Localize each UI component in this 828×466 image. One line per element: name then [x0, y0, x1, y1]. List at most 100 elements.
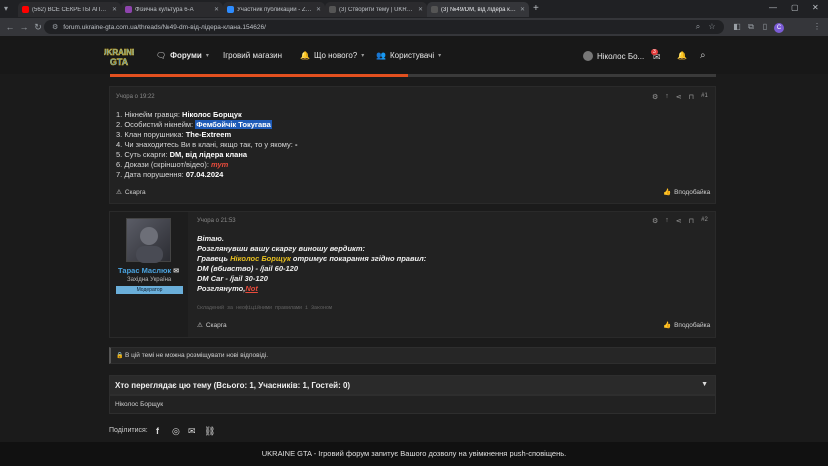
author-role-badge: Модератор: [116, 286, 183, 294]
username-label: Ніколос Бо...: [597, 51, 645, 61]
browser-tab[interactable]: Фізична культура 6-А ✕: [121, 2, 223, 17]
post-line: 4. Чи знаходитесь Ви в клані, якщо так, …: [116, 140, 298, 149]
browser-tab[interactable]: (3) Створити тему | UKRAINE G... ✕: [325, 2, 427, 17]
site-info-icon[interactable]: ⚙: [52, 23, 58, 31]
maximize-window-icon[interactable]: ▢: [791, 3, 799, 12]
like-button[interactable]: 👍 Вподобайка: [663, 188, 710, 197]
warning-icon: ⚠: [116, 189, 122, 196]
close-tab-icon[interactable]: ✕: [112, 6, 117, 13]
chevron-down-icon: ▾: [361, 53, 365, 59]
tab-label: (562) ВСЕ СЕКРЕТЫ АПРЕЛЯ: [32, 6, 109, 13]
forward-icon[interactable]: →: [18, 21, 30, 33]
browser-tab[interactable]: Участник публикации - Zoom ✕: [223, 2, 325, 17]
viewers-header[interactable]: Хто переглядає цю тему (Всього: 1, Учасн…: [109, 375, 716, 395]
tab-label: (3) №49/DM, від лідера клан...: [441, 6, 517, 13]
arrow-up-icon[interactable]: ↑: [665, 217, 669, 225]
share-icon[interactable]: ⋖: [676, 217, 682, 225]
nav-store-label: Ігровий магазин: [223, 51, 283, 60]
post-rule: DM (вбивство) - /jail 60-120: [197, 264, 299, 273]
close-tab-icon[interactable]: ✕: [418, 6, 423, 13]
extension-icon[interactable]: ◧: [731, 21, 743, 33]
post-number[interactable]: #2: [701, 217, 708, 225]
tab-strip-menu-icon[interactable]: ▾: [4, 4, 14, 14]
header-divider: [408, 74, 716, 77]
share-label: Поділитися:: [109, 427, 148, 434]
zoom-icon: [227, 6, 234, 13]
share-icon[interactable]: ⋖: [676, 93, 682, 101]
warning-icon: ⚠: [197, 322, 203, 329]
viewer-name[interactable]: Ніколос Борщук: [115, 401, 163, 408]
post-player-line: Гравець Ніколос Борщук отримує покарання…: [197, 254, 427, 263]
minimize-window-icon[interactable]: —: [769, 3, 777, 12]
email-share-icon[interactable]: ✉: [188, 426, 196, 437]
post-greeting: Вітаю.: [197, 234, 224, 243]
push-permission-notice[interactable]: UKRAINE GTA - Ігровий форум запитує Вашо…: [0, 442, 828, 466]
zoom-lens-icon[interactable]: ⌕: [692, 21, 704, 33]
forum-favicon-icon: [329, 6, 336, 13]
tab-label: (3) Створити тему | UKRAINE G...: [339, 6, 415, 13]
svg-text:GTA: GTA: [110, 57, 129, 67]
site-logo[interactable]: UKRAINE GTA: [104, 46, 134, 68]
close-window-icon[interactable]: ✕: [812, 3, 819, 12]
alerts-bell-icon[interactable]: 🔔: [677, 51, 687, 60]
address-bar[interactable]: ⚙ forum.ukraine-gta.com.ua/threads/№49-d…: [44, 20, 724, 34]
report-button[interactable]: ⚠ Скарга: [197, 321, 227, 330]
message-icon[interactable]: ✉: [173, 268, 179, 275]
close-tab-icon[interactable]: ✕: [214, 6, 219, 13]
chevron-down-icon: ▾: [205, 53, 209, 59]
settings-icon[interactable]: ⚙: [652, 93, 658, 101]
like-button[interactable]: 👍 Вподобайка: [663, 321, 710, 330]
facebook-icon[interactable]: f: [156, 426, 159, 436]
bookmark-icon[interactable]: ⊓: [689, 93, 694, 101]
extensions-puzzle-icon[interactable]: ⧉: [745, 21, 757, 33]
locked-notice-text: В цій темі не можна розміщувати нові від…: [125, 352, 269, 359]
new-tab-button[interactable]: +: [533, 3, 539, 14]
browser-toolbar: ← → ↻ ⚙ forum.ukraine-gta.com.ua/threads…: [0, 18, 828, 36]
author-avatar[interactable]: [126, 218, 171, 263]
nav-forums[interactable]: 🗨 Форуми ▾: [156, 51, 209, 60]
close-tab-icon[interactable]: ✕: [316, 6, 321, 13]
browser-tab-active[interactable]: (3) №49/DM, від лідера клан... ✕: [427, 2, 529, 17]
search-icon[interactable]: ⌕: [700, 50, 706, 61]
tab-label: Фізична культура 6-А: [135, 6, 194, 13]
nav-store[interactable]: Ігровий магазин: [223, 51, 282, 60]
nav-whats-new[interactable]: 🔔 Що нового? ▾: [300, 51, 364, 60]
header-accent-bar: [110, 74, 408, 77]
report-label: Скарга: [124, 188, 146, 196]
post-time[interactable]: Учора о 19:22: [116, 94, 155, 100]
sidebar-icon[interactable]: ▯: [759, 21, 771, 33]
whatsapp-icon[interactable]: ◎: [172, 426, 180, 437]
evidence-link[interactable]: тут: [211, 160, 228, 169]
forum-favicon-icon: [431, 6, 438, 13]
collapse-toggle-icon[interactable]: ▼: [701, 381, 708, 388]
chat-icon: 🗨: [156, 51, 167, 60]
bookmark-star-icon[interactable]: ☆: [706, 21, 718, 33]
report-label: Скарга: [205, 321, 227, 329]
close-tab-icon[interactable]: ✕: [520, 6, 525, 13]
author-name[interactable]: Тарас Маслюк ✉: [118, 266, 179, 275]
user-menu[interactable]: Ніколос Бо...: [583, 51, 644, 61]
post-line: 1. Нікнейм гравця: Ніколос Борщук: [116, 110, 242, 119]
post-actions: ⚙ ↑ ⋖ ⊓ #2: [652, 217, 708, 225]
back-icon[interactable]: ←: [4, 21, 16, 33]
lock-icon: 🔒: [116, 353, 124, 359]
link-icon[interactable]: ⛓: [204, 426, 215, 437]
bookmark-icon[interactable]: ⊓: [689, 217, 694, 225]
post-line: 3. Клан порушника: The-Extreem: [116, 130, 232, 139]
post-signature: Складений за неофіційними правилами і За…: [197, 305, 333, 311]
settings-icon[interactable]: ⚙: [652, 217, 658, 225]
browser-menu-icon[interactable]: ⋮: [811, 21, 823, 33]
player-name: Ніколос Борщук: [230, 254, 291, 263]
report-button[interactable]: ⚠ Скарга: [116, 188, 146, 197]
browser-tab[interactable]: (562) ВСЕ СЕКРЕТЫ АПРЕЛЯ ✕: [18, 2, 121, 17]
reload-icon[interactable]: ↻: [32, 21, 44, 33]
post-time[interactable]: Учора о 21:53: [197, 218, 236, 224]
profile-avatar[interactable]: C: [773, 21, 785, 33]
arrow-up-icon[interactable]: ↑: [665, 93, 669, 101]
url-text: forum.ukraine-gta.com.ua/threads/№49-dm-…: [63, 23, 266, 31]
nav-users[interactable]: 👥 Користувачі ▾: [376, 51, 441, 60]
post-number[interactable]: #1: [701, 93, 708, 101]
author-location: Західна Україна: [127, 277, 172, 283]
thumbs-up-icon: 👍: [663, 322, 672, 329]
status-value: Not: [245, 284, 258, 293]
